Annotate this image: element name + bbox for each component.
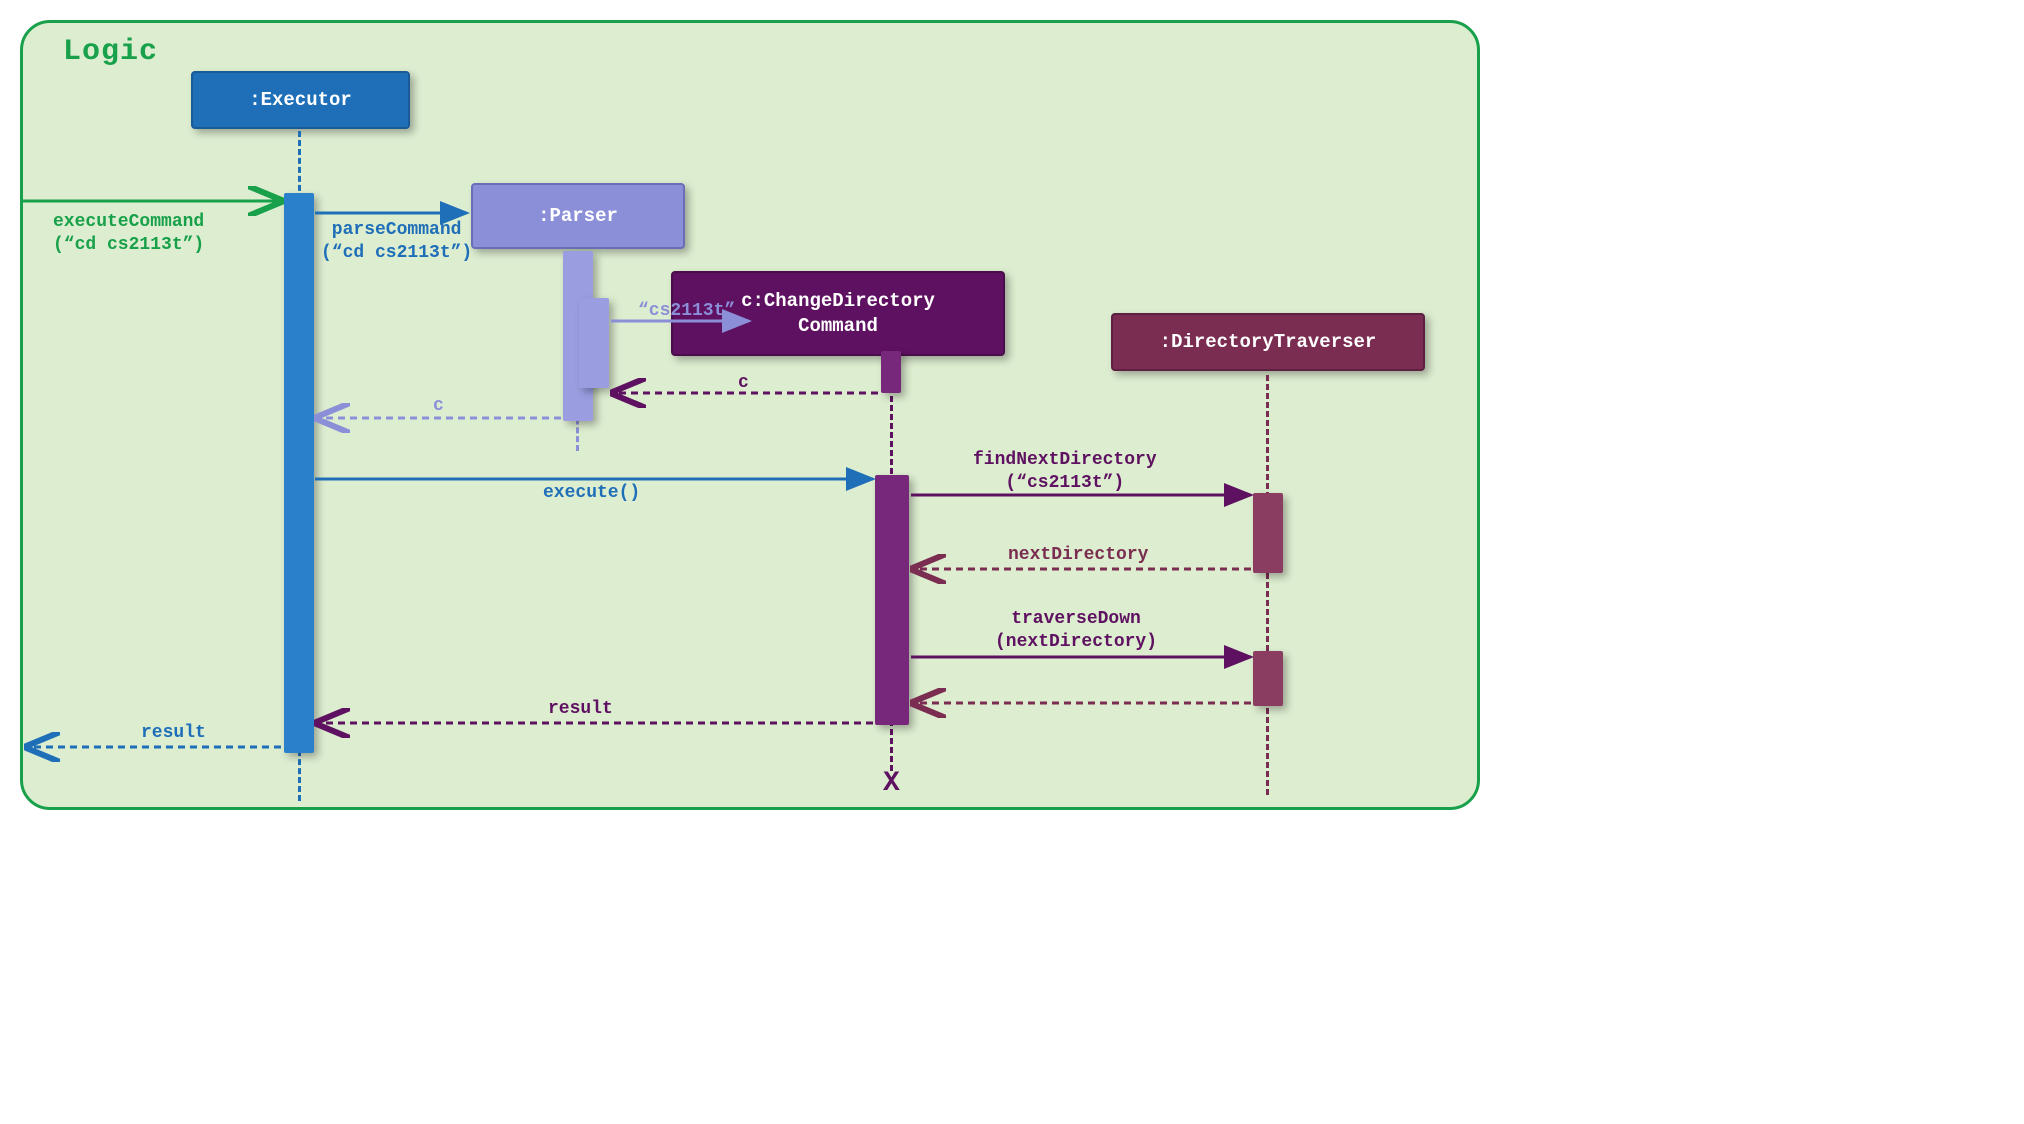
activation-command-thin: [881, 351, 901, 393]
command-label: c:ChangeDirectoryCommand: [741, 290, 935, 337]
msg-traverse-down: traverseDown(nextDirectory): [995, 608, 1157, 655]
msg-find-next: findNextDirectory(“cs2113t”): [973, 449, 1157, 496]
frame-label: Logic: [63, 35, 158, 69]
lifeline-traverser: [1266, 375, 1269, 795]
sequence-frame: Logic :Executor :Parser c:ChangeDirector…: [20, 20, 1480, 810]
destroy-marker: X: [883, 768, 900, 799]
msg-execute: execute(): [543, 483, 640, 503]
activation-parser2: [579, 298, 609, 388]
activation-traverser2: [1253, 651, 1283, 706]
activation-traverser1: [1253, 493, 1283, 573]
msg-return-c1: c: [738, 373, 749, 393]
msg-next-dir: nextDirectory: [1008, 545, 1148, 565]
msg-result2: result: [141, 723, 206, 743]
participant-executor: :Executor: [191, 71, 410, 129]
msg-result1: result: [548, 699, 613, 719]
activation-executor: [284, 193, 314, 753]
msg-execute-command: executeCommand(“cd cs2113t”): [53, 211, 204, 258]
activation-command: [875, 475, 909, 725]
participant-parser: :Parser: [471, 183, 685, 249]
participant-traverser: :DirectoryTraverser: [1111, 313, 1425, 371]
msg-parse-command: parseCommand(“cd cs2113t”): [321, 219, 472, 266]
msg-return-c2: c: [433, 396, 444, 416]
msg-create-cmd: “cs2113t”: [638, 301, 735, 321]
